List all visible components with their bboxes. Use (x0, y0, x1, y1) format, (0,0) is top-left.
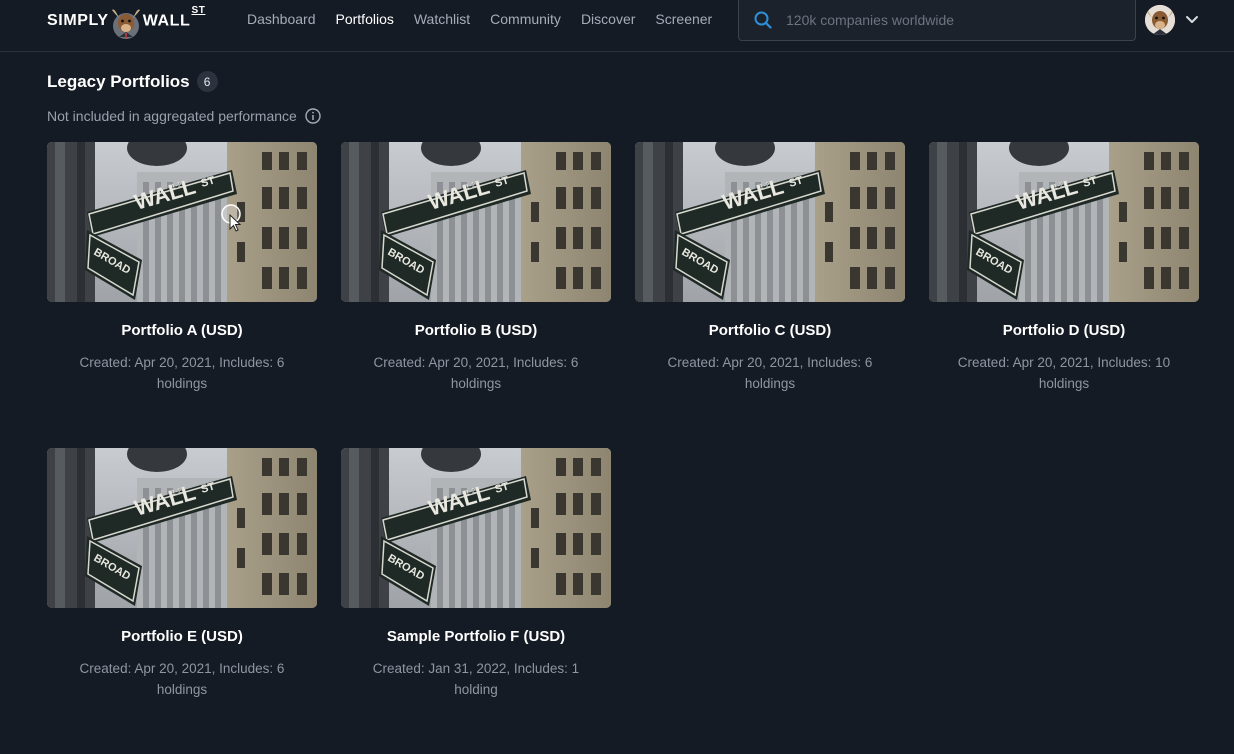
portfolio-meta: Created: Apr 20, 2021, Includes: 6 holdi… (79, 661, 285, 697)
nav-watchlist[interactable]: Watchlist (414, 11, 470, 27)
portfolio-card-image[interactable]: WALL ST 11-21 BROAD (341, 142, 611, 302)
portfolio-meta: Created: Apr 20, 2021, Includes: 6 holdi… (373, 355, 579, 391)
portfolio-meta: Created: Apr 20, 2021, Includes: 6 holdi… (79, 355, 285, 391)
portfolio-meta: Created: Apr 20, 2021, Includes: 10 hold… (957, 355, 1171, 391)
portfolio-card[interactable]: WALL ST 11-21 BROAD Sample Portfolio F (… (341, 448, 611, 754)
top-navigation-bar: SIMPLY WALLST Dashboard Portfolios Watch… (0, 0, 1234, 52)
portfolio-name[interactable]: Portfolio A (USD) (47, 322, 317, 340)
portfolio-name[interactable]: Portfolio B (USD) (341, 322, 611, 340)
nav-dashboard[interactable]: Dashboard (247, 11, 316, 27)
main-nav: Dashboard Portfolios Watchlist Community… (247, 11, 732, 27)
nav-portfolios[interactable]: Portfolios (336, 11, 394, 27)
logo-text-simply: SIMPLY (47, 12, 109, 29)
logo-text-st: ST (191, 5, 206, 17)
portfolio-name[interactable]: Portfolio E (USD) (47, 628, 317, 646)
portfolio-name[interactable]: Portfolio D (USD) (929, 322, 1199, 340)
portfolio-meta: Created: Jan 31, 2022, Includes: 1 holdi… (372, 661, 580, 697)
nav-discover[interactable]: Discover (581, 11, 635, 27)
portfolio-meta: Created: Apr 20, 2021, Includes: 6 holdi… (667, 355, 873, 391)
logo-text-wall: WALLST (142, 5, 205, 30)
portfolio-count-badge: 6 (196, 71, 218, 92)
search-icon (754, 11, 772, 29)
page-title: Legacy Portfolios (47, 71, 190, 91)
portfolio-card[interactable]: WALL ST 11-21 BROAD Portfolio A (USD) Cr… (47, 142, 317, 448)
portfolio-card[interactable]: WALL ST 11-21 BROAD Portfolio B (USD) Cr… (341, 142, 611, 448)
portfolio-card[interactable]: WALL ST 11-21 BROAD Portfolio E (USD) Cr… (47, 448, 317, 754)
chevron-down-icon[interactable] (1185, 12, 1199, 26)
nav-screener[interactable]: Screener (655, 11, 712, 27)
subtitle-text: Not included in aggregated performance (47, 108, 297, 124)
portfolio-card[interactable]: WALL ST 11-21 BROAD Portfolio C (USD) Cr… (635, 142, 905, 448)
search-box[interactable] (738, 0, 1136, 41)
section-subtitle: Not included in aggregated performance (47, 108, 321, 124)
nav-community[interactable]: Community (490, 11, 561, 27)
portfolio-card-image[interactable]: WALL ST 11-21 BROAD (341, 448, 611, 608)
portfolio-card-image[interactable]: WALL ST 11-21 BROAD (47, 142, 317, 302)
search-input[interactable] (786, 12, 1106, 28)
bull-mascot-icon (111, 6, 141, 39)
logo-text-wall-main: WALL (142, 12, 191, 30)
portfolio-card-image[interactable]: WALL ST 11-21 BROAD (929, 142, 1199, 302)
portfolio-grid: WALL ST 11-21 BROAD Portfolio A (USD) Cr… (47, 142, 1199, 754)
portfolio-card[interactable]: WALL ST 11-21 BROAD Portfolio D (USD) Cr… (929, 142, 1199, 448)
section-header: Legacy Portfolios 6 (47, 71, 218, 92)
user-avatar[interactable] (1145, 5, 1175, 35)
simply-wall-st-logo[interactable]: SIMPLY WALLST (47, 4, 217, 39)
portfolio-name[interactable]: Sample Portfolio F (USD) (341, 628, 611, 646)
portfolio-card-image[interactable]: WALL ST 11-21 BROAD (47, 448, 317, 608)
info-icon[interactable] (305, 108, 321, 124)
portfolio-card-image[interactable]: WALL ST 11-21 BROAD (635, 142, 905, 302)
portfolio-name[interactable]: Portfolio C (USD) (635, 322, 905, 340)
